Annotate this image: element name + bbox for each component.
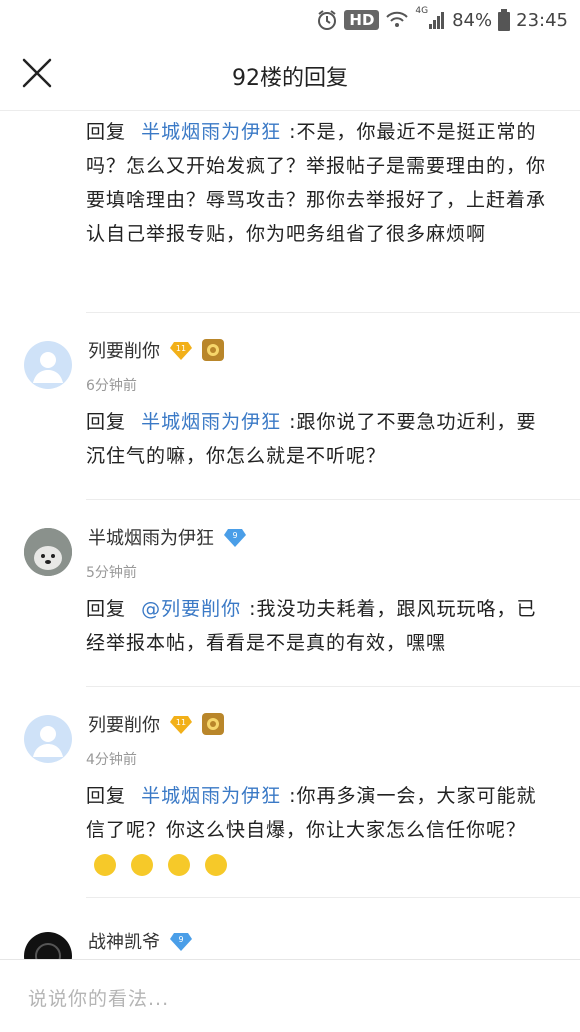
user-link[interactable]: @列要削你: [141, 598, 241, 620]
username-row: 列要削你 11: [88, 711, 224, 737]
avatar[interactable]: [24, 341, 72, 389]
emoji-shocked-icon: [168, 853, 191, 876]
hd-indicator: HD: [344, 10, 380, 30]
dog-avatar-icon: [24, 528, 72, 576]
reply-list[interactable]: 回复 半城烟雨为伊狂:不是，你最近不是挺正常的吗？怎么又开始发疯了？举报帖子是需…: [0, 111, 580, 959]
level-diamond-icon: 11: [170, 342, 192, 360]
username[interactable]: 战神凯爷: [88, 928, 160, 954]
comment-bar: 说说你的看法...: [0, 959, 580, 1032]
member-badge-icon: [202, 339, 224, 361]
username[interactable]: 列要削你: [88, 711, 160, 737]
status-bar: HD 4G 84% 23:45: [0, 0, 580, 40]
list-item: 战神凯爷 9: [0, 898, 580, 959]
user-level: 9: [178, 935, 183, 944]
reply-prefix: 回复: [86, 411, 127, 433]
reply-text: 回复 半城烟雨为伊狂:你再多演一会，大家可能就信了呢？你这么快自爆，你让大家怎么…: [86, 779, 546, 881]
reply-time: 5分钟前: [86, 565, 137, 581]
wifi-icon: [386, 11, 409, 27]
clock: 23:45: [516, 9, 568, 31]
user-level: 9: [232, 531, 237, 540]
user-level: 11: [176, 344, 186, 353]
user-link[interactable]: 半城烟雨为伊狂: [141, 121, 281, 143]
comment-input[interactable]: 说说你的看法...: [28, 984, 169, 1011]
level-diamond-icon: 11: [170, 716, 192, 734]
status-icons: HD 4G 84% 23:45: [316, 6, 568, 34]
emoji-shocked-icon: [131, 853, 154, 876]
dark-avatar-icon: [35, 943, 61, 959]
avatar[interactable]: [24, 715, 72, 763]
page-header: 92楼的回复: [0, 40, 580, 111]
user-link[interactable]: 半城烟雨为伊狂: [141, 785, 281, 807]
reply-text: 回复 半城烟雨为伊狂:不是，你最近不是挺正常的吗？怎么又开始发疯了？举报帖子是需…: [86, 115, 546, 251]
username-row: 战神凯爷 9: [88, 928, 192, 954]
list-item: 列要削你 11 6分钟前 回复 半城烟雨为伊狂:跟你说了不要急功近利，要沉住气的…: [0, 313, 580, 499]
level-diamond-icon: 9: [170, 933, 192, 951]
user-level: 11: [176, 718, 186, 727]
battery-percent: 84%: [452, 9, 493, 31]
reply-prefix: 回复: [86, 785, 127, 807]
reply-text: 回复 @列要削你:我没功夫耗着，跟风玩玩咯，已经举报本帖，看看是不是真的有效，嘿…: [86, 592, 546, 660]
default-avatar-icon: [33, 352, 63, 383]
list-item: 列要削你 11 4分钟前 回复 半城烟雨为伊狂:你再多演一会，大家可能就信了呢？…: [0, 687, 580, 897]
reply-time: 4分钟前: [86, 752, 137, 768]
network-type: 4G: [415, 6, 429, 16]
default-avatar-icon: [33, 726, 63, 757]
username[interactable]: 列要削你: [88, 337, 160, 363]
battery-icon: [498, 9, 511, 31]
username[interactable]: 半城烟雨为伊狂: [88, 524, 214, 550]
signal-icon: [429, 12, 445, 29]
emoji-shocked-icon: [94, 853, 116, 876]
reply-content-start: :不是，你最近不是挺: [289, 121, 477, 143]
alarm-icon: [318, 10, 337, 30]
reply-prefix: 回复: [86, 598, 127, 620]
avatar[interactable]: [24, 528, 72, 576]
page-title: 92楼的回复: [232, 66, 348, 91]
level-diamond-icon: 9: [224, 529, 246, 547]
emoji-hug-icon: [205, 853, 228, 876]
reply-time: 6分钟前: [86, 378, 137, 394]
list-item: 半城烟雨为伊狂 9 5分钟前 回复 @列要削你:我没功夫耗着，跟风玩玩咯，已经举…: [0, 500, 580, 686]
username-row: 列要削你 11: [88, 337, 224, 363]
reply-prefix: 回复: [86, 121, 127, 143]
username-row: 半城烟雨为伊狂 9: [88, 524, 246, 550]
list-item: 回复 半城烟雨为伊狂:不是，你最近不是挺正常的吗？怎么又开始发疯了？举报帖子是需…: [0, 111, 580, 311]
member-badge-icon: [202, 713, 224, 735]
user-link[interactable]: 半城烟雨为伊狂: [141, 411, 281, 433]
avatar[interactable]: [24, 932, 72, 959]
reply-text: 回复 半城烟雨为伊狂:跟你说了不要急功近利，要沉住气的嘛，你怎么就是不听呢？: [86, 405, 546, 473]
